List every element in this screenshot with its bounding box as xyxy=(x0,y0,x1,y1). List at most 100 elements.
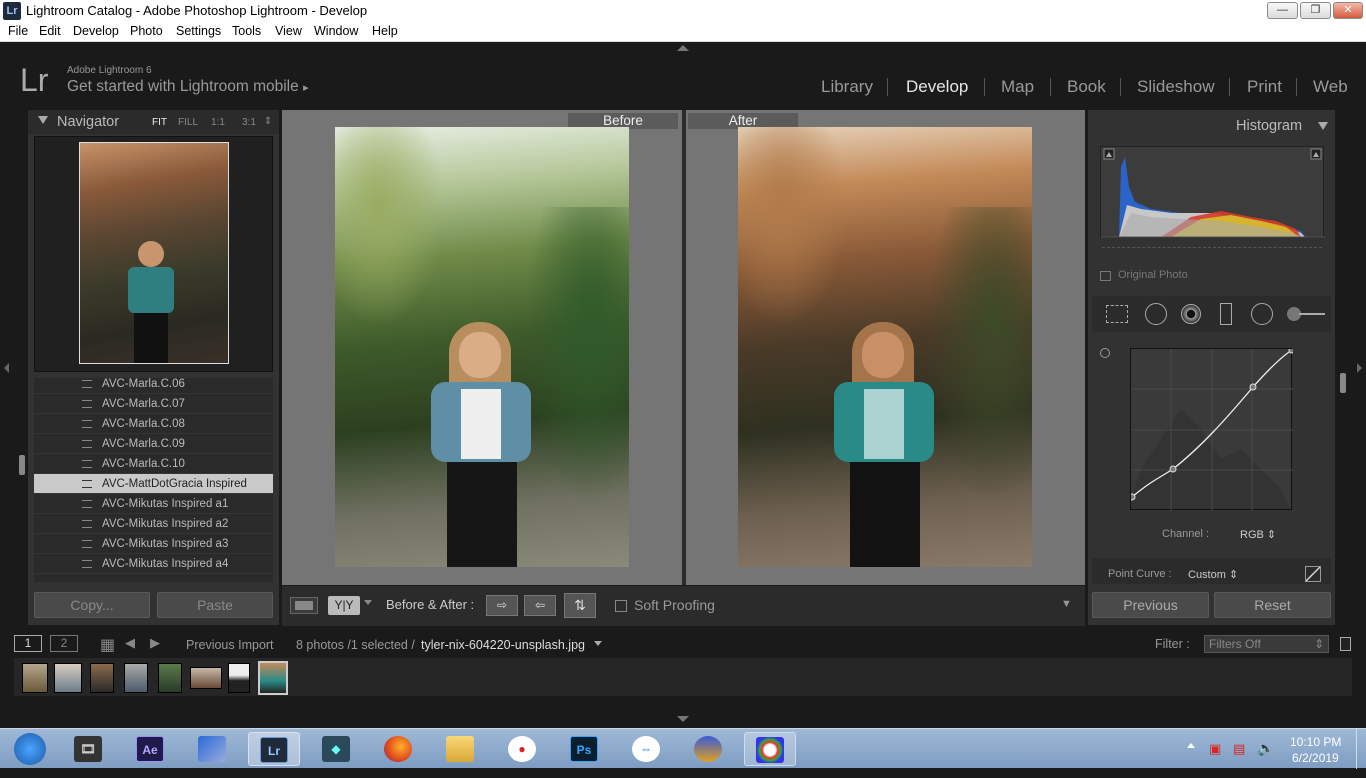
back-arrow-icon[interactable]: ◀ xyxy=(125,635,135,651)
taskbar-file-explorer[interactable] xyxy=(434,732,486,766)
list-item[interactable]: AVC-Marla.C.09 xyxy=(34,434,273,454)
top-panel-toggle-icon[interactable] xyxy=(677,45,689,51)
menu-tools[interactable]: Tools xyxy=(232,24,261,38)
copy-after-to-before-button[interactable]: ⇦ xyxy=(524,595,556,616)
filter-select[interactable]: Filters Off ⇕ xyxy=(1204,635,1329,653)
left-scrollbar[interactable] xyxy=(19,455,25,475)
menu-photo[interactable]: Photo xyxy=(130,24,163,38)
list-item[interactable]: AVC-Marla.C.10 xyxy=(34,454,273,474)
show-hidden-icons[interactable] xyxy=(1187,743,1195,748)
toolbar-menu-icon[interactable]: ▼ xyxy=(1061,598,1072,610)
copy-before-to-after-button[interactable]: ⇨ xyxy=(486,595,518,616)
grid-icon[interactable]: ▦ xyxy=(100,635,115,655)
module-slideshow[interactable]: Slideshow xyxy=(1137,77,1215,97)
taskbar-firefox[interactable] xyxy=(372,732,424,766)
menu-window[interactable]: Window xyxy=(314,24,358,38)
taskbar-lightroom[interactable]: Lr xyxy=(248,732,300,766)
filmstrip-thumbnail[interactable] xyxy=(124,663,148,693)
filmstrip-thumbnail[interactable] xyxy=(54,663,82,693)
tone-curve[interactable] xyxy=(1130,348,1293,511)
after-photo[interactable] xyxy=(738,127,1032,567)
edit-curve-icon[interactable] xyxy=(1305,566,1321,582)
menu-edit[interactable]: Edit xyxy=(39,24,61,38)
module-print[interactable]: Print xyxy=(1247,77,1282,97)
navigator-header[interactable]: Navigator FIT FILL 1:1 3:1 ⇕ xyxy=(28,110,279,134)
menu-help[interactable]: Help xyxy=(372,24,398,38)
filmstrip-thumbnail[interactable] xyxy=(228,663,250,693)
list-item[interactable]: AVC-Mikutas Inspired a1 xyxy=(34,494,273,514)
start-button[interactable] xyxy=(2,732,58,766)
list-item-selected[interactable]: AVC-MattDotGracia Inspired xyxy=(34,474,273,494)
menu-file[interactable]: File xyxy=(8,24,28,38)
list-item[interactable]: AVC-Marla.C.08 xyxy=(34,414,273,434)
right-scrollbar[interactable] xyxy=(1340,373,1346,393)
zoom-fill[interactable]: FILL xyxy=(178,117,198,128)
filter-lock-icon[interactable] xyxy=(1340,637,1351,651)
target-adjustment-icon[interactable] xyxy=(1100,348,1110,358)
restore-button[interactable]: ❐ xyxy=(1300,2,1331,19)
network-icon[interactable]: ▣ xyxy=(1209,741,1221,757)
primary-window-button[interactable]: 1 xyxy=(14,635,42,652)
radial-filter-icon[interactable] xyxy=(1251,303,1273,325)
module-library[interactable]: Library xyxy=(821,77,873,97)
crop-icon[interactable] xyxy=(1106,305,1128,323)
channel-select[interactable]: RGB ⇕ xyxy=(1240,528,1276,541)
taskbar-app-diamond[interactable] xyxy=(186,732,238,766)
minimize-button[interactable]: — xyxy=(1267,2,1298,19)
left-panel-toggle-icon[interactable] xyxy=(4,363,9,373)
clock-time[interactable]: 10:10 PM xyxy=(1290,735,1341,749)
mobile-tagline[interactable]: Get started with Lightroom mobile ▸ xyxy=(67,78,309,96)
module-web[interactable]: Web xyxy=(1313,77,1348,97)
menu-settings[interactable]: Settings xyxy=(176,24,221,38)
filmstrip-thumbnail[interactable] xyxy=(190,667,222,689)
taskbar-audio-app[interactable] xyxy=(682,732,734,766)
list-item[interactable]: AVC-Mikutas Inspired a3 xyxy=(34,534,273,554)
original-photo-checkbox[interactable] xyxy=(1100,271,1111,281)
graduated-filter-icon[interactable] xyxy=(1220,303,1232,325)
before-photo[interactable] xyxy=(335,127,629,567)
clock-date[interactable]: 6/2/2019 xyxy=(1292,751,1339,765)
right-panel-toggle-icon[interactable] xyxy=(1357,363,1362,373)
collapse-triangle-icon[interactable] xyxy=(1318,122,1328,130)
taskbar-after-effects[interactable]: Ae xyxy=(124,732,176,766)
module-map[interactable]: Map xyxy=(1001,77,1034,97)
filmstrip-thumbnail-selected[interactable] xyxy=(258,661,288,695)
secondary-window-button[interactable]: 2 xyxy=(50,635,78,652)
list-item[interactable]: AVC-Marla.C.06 xyxy=(34,378,273,394)
adjustment-brush-icon[interactable] xyxy=(1287,307,1325,321)
menu-view[interactable]: View xyxy=(275,24,302,38)
list-item[interactable]: AVC-Marla.C.07 xyxy=(34,394,273,414)
view-dropdown-icon[interactable] xyxy=(364,600,372,605)
action-center-icon[interactable]: ▤ xyxy=(1233,741,1245,757)
before-after-view-button[interactable]: Y|Y xyxy=(328,596,360,615)
filename-dropdown-icon[interactable] xyxy=(594,641,602,646)
show-desktop-button[interactable] xyxy=(1356,729,1366,769)
taskbar-filmora[interactable]: ◆ xyxy=(310,732,362,766)
taskbar-screen-recorder[interactable]: ● xyxy=(496,732,548,766)
zoom-arrows-icon[interactable]: ⇕ xyxy=(264,116,272,127)
list-item[interactable]: AVC-Mikutas Inspired a4 xyxy=(34,554,273,574)
filmstrip-thumbnail[interactable] xyxy=(158,663,182,693)
zoom-fit[interactable]: FIT xyxy=(152,117,167,128)
red-eye-icon[interactable] xyxy=(1181,304,1201,324)
volume-icon[interactable]: 🔈 xyxy=(1257,740,1274,757)
copy-button[interactable]: Copy... xyxy=(34,592,150,618)
swap-before-after-button[interactable]: ⇅ xyxy=(564,593,596,618)
zoom-3-1[interactable]: 3:1 xyxy=(242,117,256,128)
close-button[interactable]: ✕ xyxy=(1333,2,1363,19)
histogram[interactable] xyxy=(1100,146,1325,238)
spot-removal-icon[interactable] xyxy=(1145,303,1167,325)
navigator-preview[interactable] xyxy=(34,136,273,372)
zoom-1-1[interactable]: 1:1 xyxy=(211,117,225,128)
list-item[interactable]: AVC-Mikutas Inspired a2 xyxy=(34,514,273,534)
reset-button[interactable]: Reset xyxy=(1214,592,1331,618)
bottom-panel-toggle-icon[interactable] xyxy=(677,716,689,722)
soft-proofing-checkbox[interactable] xyxy=(615,600,627,612)
module-book[interactable]: Book xyxy=(1067,77,1106,97)
filename[interactable]: tyler-nix-604220-unsplash.jpg xyxy=(421,638,585,652)
taskbar-video-editor[interactable]: 🎞 xyxy=(62,732,114,766)
taskbar-paint[interactable] xyxy=(744,732,796,766)
loupe-view-button[interactable] xyxy=(290,597,318,614)
taskbar-photoshop[interactable]: Ps xyxy=(558,732,610,766)
source-label[interactable]: Previous Import xyxy=(186,638,274,652)
